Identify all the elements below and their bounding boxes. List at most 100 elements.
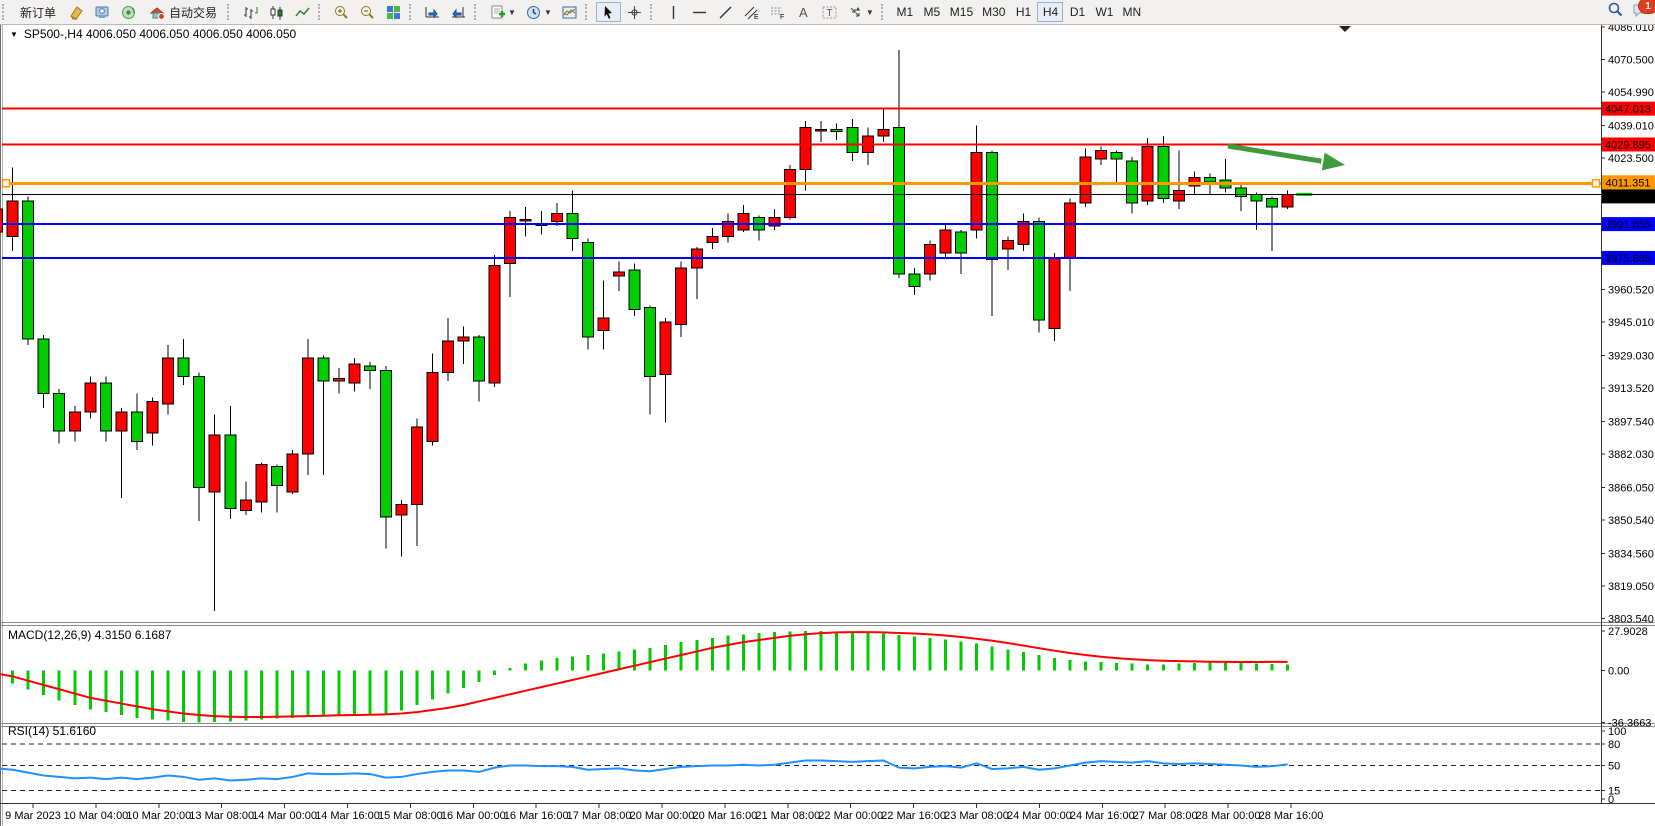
tab-timeframe-h4[interactable]: H4 — [1037, 2, 1063, 22]
tile-windows-button[interactable] — [381, 2, 406, 22]
candle-body — [1173, 190, 1184, 200]
metaeditor-icon — [68, 4, 85, 21]
tab-timeframe-m1[interactable]: M1 — [892, 2, 918, 22]
macd-bar — [1084, 661, 1087, 670]
chart-canvas[interactable]: 4086.0104070.5004054.9904039.0104023.500… — [0, 24, 1655, 826]
tile-windows-icon — [385, 4, 402, 21]
zoom-in-button[interactable] — [329, 2, 354, 22]
macd-bar — [462, 671, 465, 688]
candle-body — [738, 213, 749, 230]
macd-bar — [742, 634, 745, 670]
chart-title-text: SP500-,H4 4006.050 4006.050 4006.050 400… — [24, 27, 296, 41]
fibonacci-tool-button[interactable]: F — [765, 2, 790, 22]
zoom-in-icon — [333, 4, 350, 21]
macd-bar — [369, 671, 372, 715]
candle-body — [1096, 151, 1107, 159]
macd-bar — [1131, 664, 1134, 671]
svg-text:E: E — [754, 14, 759, 21]
horizontal-line-icon — [691, 4, 708, 21]
svg-text:3991.855: 3991.855 — [1605, 219, 1651, 231]
new-order-button[interactable]: 新订单 — [13, 2, 63, 22]
autotrade-label: 自动交易 — [169, 4, 217, 21]
toolbar-grip — [318, 4, 325, 20]
macd-bar — [1193, 663, 1196, 671]
macd-bar — [244, 671, 247, 721]
autotrade-button[interactable]: 自动交易 — [142, 2, 224, 22]
candle-body — [1236, 188, 1247, 196]
date-tick-label: 20 Mar 00:00 — [630, 810, 695, 822]
macd-tick-label: 0.00 — [1608, 666, 1629, 678]
svg-text:3975.688: 3975.688 — [1605, 253, 1651, 265]
hline-tool-button[interactable] — [687, 2, 712, 22]
date-tick-label: 28 Mar 16:00 — [1259, 810, 1324, 822]
macd-bar — [711, 638, 714, 671]
toolbar-grip — [585, 4, 592, 20]
candle-body — [893, 128, 904, 275]
shapes-tool-button[interactable]: ▼ — [843, 2, 878, 22]
date-tick-label: 10 Mar 04:00 — [63, 810, 128, 822]
macd-bar — [431, 671, 434, 700]
vline-tool-button[interactable] — [661, 2, 686, 22]
channel-tool-button[interactable]: E — [739, 2, 764, 22]
candle-body — [54, 393, 65, 431]
periods-button[interactable]: ▼ — [521, 2, 556, 22]
chart-shift-button[interactable] — [420, 2, 445, 22]
candle-body — [442, 341, 453, 372]
date-tick-label: 14 Mar 16:00 — [315, 810, 380, 822]
zoom-out-button[interactable] — [355, 2, 380, 22]
bar-chart-button[interactable] — [238, 2, 263, 22]
price-badge: 4011.351 — [1602, 175, 1655, 189]
macd-bar — [555, 658, 558, 671]
line-drag-handle[interactable] — [3, 180, 10, 187]
market-depth-button[interactable] — [90, 2, 115, 22]
tab-timeframe-m30[interactable]: M30 — [978, 2, 1009, 22]
candle-body — [660, 322, 671, 374]
macd-bar — [135, 671, 138, 718]
tab-timeframe-w1[interactable]: W1 — [1091, 2, 1117, 22]
line-chart-button[interactable] — [290, 2, 315, 22]
candle-body — [1064, 203, 1075, 257]
trendline-icon — [717, 4, 734, 21]
macd-bar — [1240, 663, 1243, 671]
trendline-tool-button[interactable] — [713, 2, 738, 22]
signals-button[interactable] — [116, 2, 141, 22]
tab-timeframe-d1[interactable]: D1 — [1064, 2, 1090, 22]
macd-bar — [291, 671, 294, 718]
toolbar-grip — [2, 4, 9, 20]
text-tool-button[interactable]: A — [791, 2, 816, 22]
market-depth-icon — [94, 4, 111, 21]
price-tick-label: 4039.010 — [1608, 120, 1654, 132]
price-badge: 3991.855 — [1602, 217, 1655, 231]
new-chart-button[interactable]: ▼ — [485, 2, 520, 22]
price-tick-label: 3960.520 — [1608, 285, 1654, 297]
templates-button[interactable] — [557, 2, 582, 22]
candlestick-chart-button[interactable] — [264, 2, 289, 22]
candle-body — [567, 213, 578, 238]
date-tick-label: 17 Mar 08:00 — [567, 810, 632, 822]
label-tool-button[interactable]: T — [817, 2, 842, 22]
line-drag-handle[interactable] — [1593, 180, 1600, 187]
price-tick-label: 3929.030 — [1608, 351, 1654, 363]
crosshair-tool-button[interactable] — [622, 2, 647, 22]
price-tick-label: 4054.990 — [1608, 87, 1654, 99]
tab-timeframe-m5[interactable]: M5 — [919, 2, 945, 22]
cursor-tool-button[interactable] — [596, 2, 621, 22]
notifications-button[interactable]: 1 — [1632, 1, 1649, 18]
macd-bar — [509, 668, 512, 671]
tab-timeframe-h1[interactable]: H1 — [1010, 2, 1036, 22]
search-icon[interactable] — [1607, 1, 1624, 18]
candle-body — [1158, 146, 1169, 198]
metaeditor-button[interactable] — [64, 2, 89, 22]
chevron-down-icon[interactable]: ▼ — [10, 30, 18, 39]
tab-timeframe-m15[interactable]: M15 — [946, 2, 977, 22]
macd-bar — [602, 654, 605, 671]
chart-title: ▼ SP500-,H4 4006.050 4006.050 4006.050 4… — [10, 27, 296, 41]
tab-timeframe-mn[interactable]: MN — [1118, 2, 1145, 22]
macd-bar — [1177, 664, 1180, 671]
candle-body — [116, 412, 127, 431]
crosshair-icon — [626, 4, 643, 21]
macd-bar — [120, 671, 123, 715]
date-tick-label: 16 Mar 16:00 — [504, 810, 569, 822]
candle-body — [334, 379, 345, 381]
auto-scroll-button[interactable] — [446, 2, 471, 22]
